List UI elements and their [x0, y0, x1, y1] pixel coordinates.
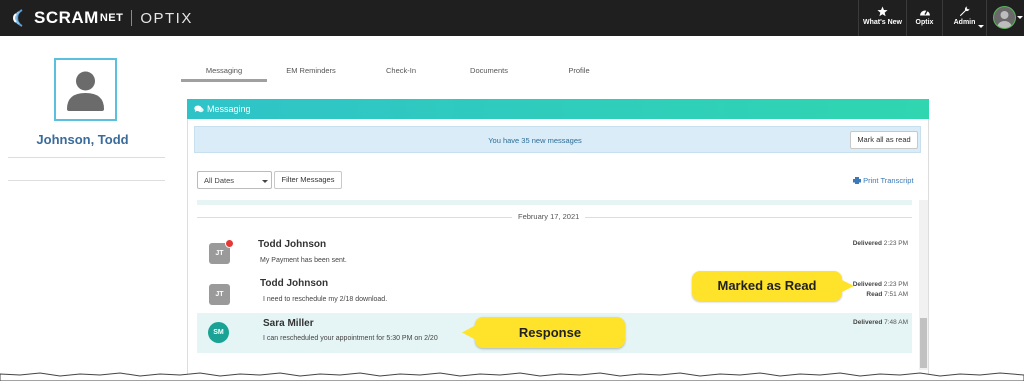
tab-check-in[interactable]: Check-In	[356, 66, 446, 75]
optix-label: Optix	[915, 19, 934, 26]
delivered-time: 2:23 PM	[883, 240, 908, 247]
comments-icon	[194, 105, 204, 113]
filter-messages-button[interactable]: Filter Messages	[274, 171, 342, 189]
active-tab-indicator	[181, 79, 267, 82]
messaging-panel-header: Messaging	[187, 99, 929, 119]
print-transcript-link[interactable]: Print Transcript	[853, 176, 914, 185]
admin-menu-button[interactable]: Admin	[942, 0, 986, 36]
delivered-time: 2:23 PM	[883, 281, 908, 288]
printer-icon	[853, 177, 861, 184]
message-text: I need to reschedule my 2/18 download.	[263, 296, 388, 303]
user-silhouette-icon	[67, 71, 104, 111]
admin-label: Admin	[953, 19, 976, 26]
sender-name: Todd Johnson	[258, 239, 327, 250]
scramnet-optix-logo[interactable]: SCRAM NET OPTIX	[8, 8, 193, 28]
new-messages-alert: You have 35 new messages Mark all as rea…	[194, 126, 921, 153]
delivery-status: Delivered 7:48 AM	[820, 319, 908, 326]
callout-pointer	[462, 325, 476, 340]
marked-as-read-callout: Marked as Read	[692, 271, 842, 301]
message-list-top	[197, 200, 912, 205]
chevron-down-icon	[1017, 16, 1023, 19]
sender-name: Todd Johnson	[260, 278, 329, 289]
callout-label: Response	[518, 325, 582, 340]
top-navbar: SCRAM NET OPTIX What's New Optix Admin	[0, 0, 1024, 36]
date-divider-label: February 17, 2021	[512, 212, 586, 221]
sender-name: Sara Miller	[263, 318, 314, 329]
torn-edge-decoration	[0, 372, 1024, 381]
brand-text: SCRAM	[34, 8, 99, 27]
user-account-menu[interactable]	[986, 0, 1024, 36]
message-text: My Payment has been sent.	[260, 257, 347, 264]
whats-new-label: What's New	[862, 19, 902, 26]
whats-new-button[interactable]: What's New	[858, 0, 906, 36]
dashboard-gauge-icon	[919, 9, 930, 16]
tab-em-reminders[interactable]: EM Reminders	[268, 66, 354, 75]
scram-swirl-icon	[13, 9, 23, 27]
tab-messaging[interactable]: Messaging	[181, 66, 267, 75]
mark-all-read-button[interactable]: Mark all as read	[850, 131, 918, 149]
callout-label: Marked as Read	[717, 278, 817, 293]
logo-divider	[131, 10, 133, 26]
profile-photo	[54, 58, 117, 121]
new-messages-text: You have 35 new messages	[488, 136, 582, 145]
tab-profile[interactable]: Profile	[534, 66, 624, 75]
sender-initials: JT	[209, 284, 230, 305]
divider	[8, 180, 165, 181]
delivery-status: Delivered 2:23 PM	[820, 240, 908, 247]
unread-dot-icon	[225, 239, 234, 248]
messaging-panel-title: Messaging	[207, 104, 251, 114]
product-name: OPTIX	[140, 9, 193, 27]
date-filter-value: All Dates	[204, 176, 235, 185]
print-transcript-label: Print Transcript	[863, 176, 914, 185]
delivered-time: 7:48 AM	[884, 319, 908, 326]
response-callout: Response	[475, 317, 625, 348]
divider	[8, 157, 165, 158]
profile-name: Johnson, Todd	[36, 132, 129, 147]
wrench-icon	[959, 6, 970, 17]
read-time: 7:51 AM	[884, 291, 908, 298]
sender-initials: SM	[208, 322, 229, 343]
scrollbar-thumb[interactable]	[920, 318, 927, 368]
delivered-label: Delivered	[852, 240, 882, 247]
chevron-down-icon	[978, 25, 984, 28]
star-icon	[877, 6, 888, 17]
message-text: I can rescheduled your appointment for 5…	[263, 335, 438, 342]
delivered-label: Delivered	[852, 281, 882, 288]
callout-pointer	[840, 279, 854, 293]
read-label: Read	[866, 291, 883, 298]
delivered-label: Delivered	[853, 319, 883, 326]
brand-suffix: NET	[99, 12, 124, 24]
date-filter-select[interactable]: All Dates	[197, 171, 272, 189]
tab-documents[interactable]: Documents	[444, 66, 534, 75]
user-avatar-icon	[993, 6, 1016, 29]
chevron-down-icon	[262, 180, 268, 183]
optix-button[interactable]: Optix	[906, 0, 942, 36]
